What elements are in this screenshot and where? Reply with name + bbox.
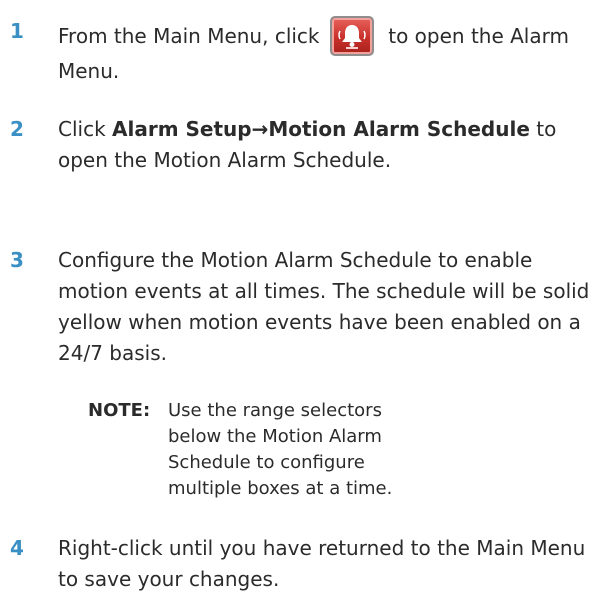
instructions-document: 1 From the Main Menu, click to open the … — [0, 0, 602, 607]
step-text: Click Alarm Setup→Motion Alarm Schedule … — [58, 114, 598, 176]
step-number: 1 — [10, 19, 24, 43]
alarm-bell-icon — [329, 16, 374, 56]
step-number: 4 — [10, 536, 24, 560]
step-text: From the Main Menu, click to open the Al… — [58, 16, 598, 87]
note-label: NOTE: — [88, 400, 151, 421]
step-1-text-before: From the Main Menu, click — [58, 24, 320, 48]
step-text: Configure the Motion Alarm Schedule to e… — [58, 248, 590, 365]
menu-path: Alarm Setup→Motion Alarm Schedule — [112, 117, 530, 141]
note-text: Use the range selectors below the Motion… — [168, 400, 393, 499]
step-number: 3 — [10, 248, 24, 272]
step-2-text-prefix: Click — [58, 117, 113, 141]
step-text: Right-click until you have returned to t… — [58, 536, 586, 591]
step-number: 2 — [10, 117, 24, 141]
